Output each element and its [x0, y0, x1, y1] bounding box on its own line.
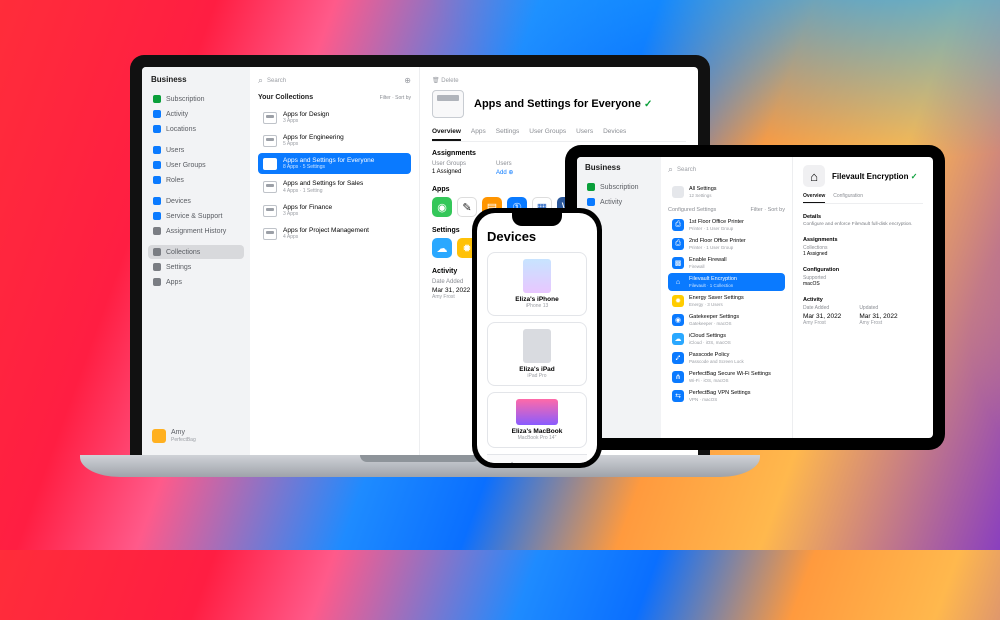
page-title: Devices [487, 229, 587, 244]
filevault-icon: ⌂ [803, 165, 825, 187]
setting-row[interactable]: ✹Energy Saver SettingsEnergy · 3 Users [668, 292, 785, 310]
sidebar-item-user-groups[interactable]: User Groups [148, 158, 244, 172]
setting-row[interactable]: ⎙1st Floor Office PrinterPrinter · 1 Use… [668, 216, 785, 234]
setting-row[interactable]: ⇆PerfectBag VPN SettingsVPN · macOS [668, 387, 785, 405]
page-title: Filevault Encryption ✓ [832, 172, 917, 181]
device-card[interactable]: Eliza's iPadiPad Pro [487, 322, 587, 386]
collection-row[interactable]: Apps for Project Management4 Apps [258, 223, 411, 244]
setting-row[interactable]: ⑇Passcode PolicyPasscode and Screen Lock [668, 349, 785, 367]
phone-device: Devices Eliza's iPhoneiPhone 13Eliza's i… [472, 208, 602, 468]
brand: Business [148, 75, 244, 84]
collections-column: Search ⊕ Your Collections Filter · Sort … [250, 67, 420, 455]
setting-row[interactable]: ⋔PerfectBag Secure Wi-Fi SettingsWi-Fi ·… [668, 368, 785, 386]
sidebar-item-collections[interactable]: Collections [148, 245, 244, 259]
page-title: Apps and Settings for Everyone ✓ [474, 98, 652, 110]
collection-row[interactable]: Apps and Settings for Everyone8 Apps · 5… [258, 153, 411, 174]
setting-row[interactable]: ⌂Filevault EncryptionFilevault · 1 Colle… [668, 273, 785, 291]
collections-title: Your Collections [258, 94, 313, 101]
sidebar-item-activity[interactable]: Activity [148, 107, 244, 121]
verified-icon: ✓ [644, 99, 652, 110]
collection-row[interactable]: Apps for Engineering5 Apps [258, 130, 411, 151]
setting-icon[interactable]: ☁ [432, 238, 452, 258]
collection-row[interactable]: Apps for Finance3 Apps [258, 200, 411, 221]
sidebar-item-settings[interactable]: Settings [148, 260, 244, 274]
app-icon[interactable]: ✎ [457, 197, 477, 217]
sidebar-item-assignment-history[interactable]: Assignment History [148, 224, 244, 238]
setting-row[interactable]: ☁iCloud SettingsiCloud · iOS, macOS [668, 330, 785, 348]
sidebar-item-subscription[interactable]: Subscription [148, 92, 244, 106]
search-input[interactable]: Search ⊕ [258, 75, 411, 86]
tab-settings[interactable]: Settings [496, 128, 520, 141]
tab-users[interactable]: Users [576, 128, 593, 141]
sidebar-item-roles[interactable]: Roles [148, 173, 244, 187]
device-card[interactable]: Eliza's MacBookMacBook Pro 14" [487, 392, 587, 448]
tab-home[interactable]: ⌂Home [487, 459, 537, 463]
search-input[interactable]: Search [668, 164, 785, 175]
phone-app: Devices Eliza's iPhoneiPhone 13Eliza's i… [477, 213, 597, 463]
sidebar-item-apps[interactable]: Apps [148, 275, 244, 289]
tab-devices[interactable]: ▭Devices [537, 459, 587, 463]
delete-button[interactable]: 🗑 Delete [432, 77, 686, 84]
add-icon[interactable]: ⊕ [404, 76, 411, 85]
add-users-link[interactable]: Add ⊕ [496, 169, 513, 176]
brand: Business [582, 163, 656, 172]
setting-row[interactable]: ◉Gatekeeper SettingsGatekeeper · macOS [668, 311, 785, 329]
settings-list-column: Search All Settings12 Settings Configure… [661, 157, 793, 438]
collection-icon [432, 90, 464, 118]
sidebar-user[interactable]: AmyPerfectBag [148, 425, 244, 447]
tab-overview[interactable]: Overview [803, 193, 825, 203]
sidebar-item-locations[interactable]: Locations [148, 122, 244, 136]
tab-configuration[interactable]: Configuration [833, 193, 863, 203]
device-card[interactable]: Eliza's iPhoneiPhone 13 [487, 252, 587, 316]
collection-row[interactable]: Apps and Settings for Sales4 Apps · 1 Se… [258, 176, 411, 197]
main-panel: ⌂ Filevault Encryption ✓ Overview Configu… [793, 157, 933, 438]
avatar [152, 429, 166, 443]
tab-devices[interactable]: Devices [603, 128, 626, 141]
tab-overview[interactable]: Overview [432, 128, 461, 141]
sidebar: Business SubscriptionActivityLocations Us… [142, 67, 250, 455]
tab-bar: ⌂Home▭Devices [487, 454, 587, 463]
sidebar-item-service-support[interactable]: Service & Support [148, 209, 244, 223]
tab-user groups[interactable]: User Groups [529, 128, 566, 141]
tabs: Overview Apps Settings User Groups Users Devi… [432, 128, 686, 142]
all-settings-row[interactable]: All Settings12 Settings [668, 183, 785, 201]
collection-row[interactable]: Apps for Design3 Apps [258, 107, 411, 128]
sidebar-item-devices[interactable]: Devices [148, 194, 244, 208]
tablet-app: Business SubscriptionActivity Search All… [577, 157, 933, 438]
setting-row[interactable]: ▩Enable FirewallFirewall [668, 254, 785, 272]
tablet-device: Business SubscriptionActivity Search All… [565, 145, 945, 450]
setting-row[interactable]: ⎙2nd Floor Office PrinterPrinter · 1 Use… [668, 235, 785, 253]
sidebar-item-users[interactable]: Users [148, 143, 244, 157]
sidebar-item-activity[interactable]: Activity [582, 195, 656, 209]
app-icon[interactable]: ◉ [432, 197, 452, 217]
sidebar-item-subscription[interactable]: Subscription [582, 180, 656, 194]
tab-apps[interactable]: Apps [471, 128, 486, 141]
